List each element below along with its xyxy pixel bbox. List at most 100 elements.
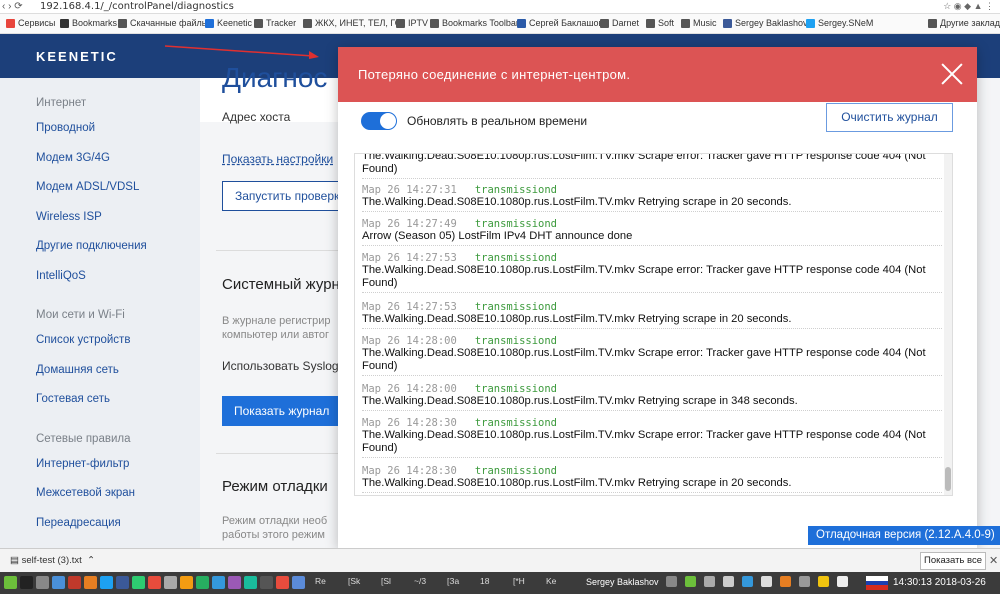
run-check-button[interactable]: Запустить проверк (222, 181, 342, 211)
tray-icon[interactable] (837, 576, 848, 587)
sidebar-group-rules: Сетевые правила (36, 433, 131, 445)
taskbar-window[interactable]: [Sk (348, 576, 378, 590)
bookmark-item[interactable]: Bookmarks (60, 18, 117, 28)
url-field[interactable]: 192.168.4.1/_/controlPanel/diagnostics (40, 1, 234, 12)
log-entry: Мар 26 14:27:53 transmissiond The.Walking.… (362, 250, 942, 293)
tray-icon[interactable] (723, 576, 734, 587)
tray-icon[interactable] (742, 576, 753, 587)
bookmark-icon (681, 18, 690, 28)
host-address-label: Адрес хоста (222, 110, 291, 124)
bookmark-item[interactable]: Sergey Baklashov (723, 18, 808, 28)
bookmark-item[interactable]: Скачанные файлы (118, 18, 208, 28)
bookmark-item[interactable]: ЖКХ, ИНЕТ, ТЕЛ, ГО (303, 18, 402, 28)
keenetic-logo[interactable]: KEENETIC (36, 49, 118, 64)
tray-icon[interactable] (780, 576, 791, 587)
show-log-button[interactable]: Показать журнал (222, 396, 342, 426)
download-item[interactable]: ▤ self-test (3).txt ⌃ (10, 555, 95, 566)
taskbar-clock: 14:30:13 2018-03-26 (893, 577, 986, 588)
sidebar-item-wireless-isp[interactable]: Wireless ISP (36, 211, 102, 223)
system-log-modal: Потеряно соединение с интернет-центром. … (338, 47, 977, 548)
debug-description-2: работы этого режим (222, 529, 325, 541)
tray-icon[interactable] (685, 576, 696, 587)
bookmark-label: Soft (658, 18, 675, 28)
bookmark-label: Music (693, 18, 717, 28)
launcher-icon[interactable] (212, 576, 225, 589)
launcher-icon[interactable] (20, 576, 33, 589)
launcher-icon[interactable] (100, 576, 113, 589)
show-all-downloads-button[interactable]: Показать все (920, 552, 986, 570)
bookmark-item[interactable]: Soft (646, 18, 674, 28)
log-entry: Мар 26 14:28:30 transmissiond The.Walking.… (362, 415, 942, 458)
bookmark-item[interactable]: IPTV (396, 18, 428, 28)
tray-icon[interactable] (761, 576, 772, 587)
tray-icon[interactable] (799, 576, 810, 587)
bookmark-item[interactable]: Keenetic (205, 18, 252, 28)
scrollbar-thumb[interactable] (945, 467, 951, 491)
sidebar-item-modem-3g4g[interactable]: Модем 3G/4G (36, 152, 110, 164)
bookmark-item[interactable]: Другие закладки (928, 18, 1000, 28)
launcher-icon[interactable] (292, 576, 305, 589)
divider (216, 250, 340, 251)
extension-icons[interactable]: ☆ ◉ ◆ ▲ ⋮ (943, 1, 994, 12)
launcher-icon[interactable] (68, 576, 81, 589)
bookmark-icon (928, 18, 937, 28)
sidebar-item-intelliqos[interactable]: IntelliQoS (36, 270, 86, 282)
log-source: transmissiond (474, 218, 558, 230)
launcher-icon[interactable] (276, 576, 289, 589)
launcher-icon[interactable] (260, 576, 273, 589)
show-settings-link[interactable]: Показать настройки (222, 152, 333, 166)
sidebar-item-firewall[interactable]: Межсетевой экран (36, 487, 135, 499)
close-icon[interactable] (941, 63, 963, 85)
sidebar-group-networks: Мои сети и Wi-Fi (36, 309, 125, 321)
taskbar-window[interactable]: [Sl (381, 576, 411, 590)
launcher-icon[interactable] (132, 576, 145, 589)
log-entry: Мар 26 14:27:49 transmissiond Arrow (Seaso… (362, 216, 942, 246)
clear-log-button[interactable]: Очистить журнал (826, 103, 953, 132)
sidebar-item-wired[interactable]: Проводной (36, 122, 95, 134)
bookmark-item[interactable]: Music (681, 18, 717, 28)
bookmark-icon (806, 18, 815, 28)
log-scrollbar[interactable] (944, 154, 952, 495)
realtime-toggle[interactable] (361, 112, 397, 130)
log-list[interactable]: Мар 26 14:28:30 transmissiond The.Walking.… (354, 153, 953, 496)
taskbar-window[interactable]: [*Н (513, 576, 543, 590)
divider (216, 453, 340, 454)
launcher-icon[interactable] (36, 576, 49, 589)
bookmark-item[interactable]: Sergey.SNeM (806, 18, 873, 28)
nav-buttons-icon[interactable]: ‹ › ⟳ (2, 1, 23, 12)
launcher-icon[interactable] (228, 576, 241, 589)
sidebar-item-devices[interactable]: Список устройств (36, 334, 130, 346)
launcher-icon[interactable] (52, 576, 65, 589)
taskbar-window[interactable]: Ke (546, 576, 576, 590)
bookmark-item[interactable]: Darnet (600, 18, 639, 28)
launcher-icon[interactable] (116, 576, 129, 589)
sidebar-item-home-network[interactable]: Домашняя сеть (36, 364, 119, 376)
sidebar-item-port-forwarding[interactable]: Переадресация (36, 517, 121, 529)
close-icon[interactable]: ✕ (989, 554, 998, 567)
taskbar-window[interactable]: ~/3 (414, 576, 444, 590)
launcher-icon[interactable] (244, 576, 257, 589)
tray-icon[interactable] (818, 576, 829, 587)
taskbar-window[interactable]: [За (447, 576, 477, 590)
tray-icon[interactable] (666, 576, 677, 587)
sidebar-item-modem-adsl[interactable]: Модем ADSL/VDSL (36, 181, 139, 193)
taskbar-window[interactable]: 18 (480, 576, 510, 590)
launcher-icon[interactable] (4, 576, 17, 589)
launcher-icon[interactable] (84, 576, 97, 589)
tray-icon[interactable] (704, 576, 715, 587)
sidebar-group-internet: Интернет (36, 97, 87, 109)
sidebar-item-other-connections[interactable]: Другие подключения (36, 240, 147, 252)
launcher-icon[interactable] (164, 576, 177, 589)
bookmark-item[interactable]: Bookmarks Toolbar (430, 18, 519, 28)
sidebar-item-internet-filter[interactable]: Интернет-фильтр (36, 458, 129, 470)
launcher-icon[interactable] (148, 576, 161, 589)
launcher-icon[interactable] (180, 576, 193, 589)
sidebar-item-guest-network[interactable]: Гостевая сеть (36, 393, 110, 405)
address-bar: ‹ › ⟳ 192.168.4.1/_/controlPanel/diagnos… (0, 0, 1000, 14)
bookmark-item[interactable]: Сергей Баклашов (517, 18, 603, 28)
russian-flag-icon[interactable] (866, 576, 888, 590)
launcher-icon[interactable] (196, 576, 209, 589)
bookmark-item[interactable]: Tracker (254, 18, 296, 28)
bookmark-item[interactable]: Сервисы (6, 18, 55, 28)
taskbar-window[interactable]: Re (315, 576, 345, 590)
